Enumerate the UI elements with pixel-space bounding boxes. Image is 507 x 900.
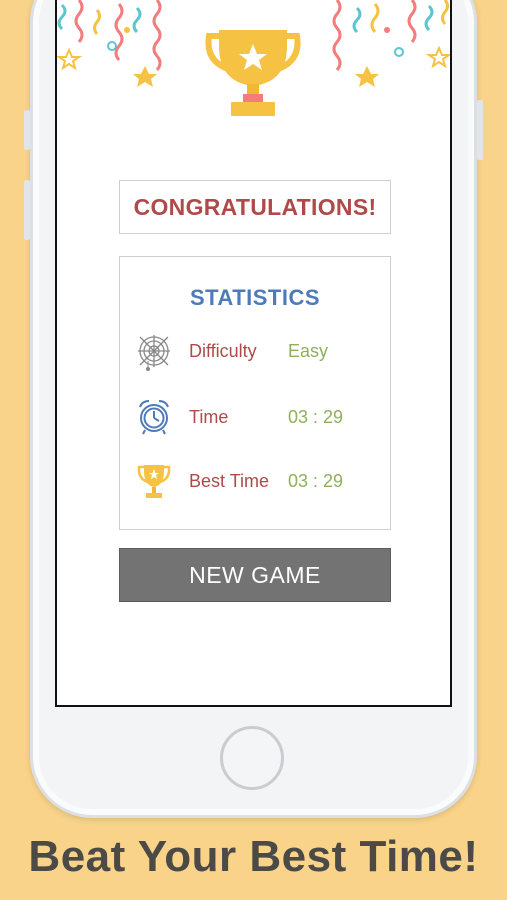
spiderweb-icon — [138, 335, 170, 371]
stat-label: Difficulty — [189, 341, 257, 361]
stat-value: 03 : 29 — [288, 407, 344, 427]
statistics-panel: STATISTICS Difficulty Easy Time 03: 29 … — [119, 256, 391, 530]
stat-row-best-time: Best Time 03 : 29 — [120, 461, 390, 501]
stat-value: 03 : 29 — [288, 471, 344, 491]
new-game-button[interactable]: NEW GAME — [119, 548, 391, 602]
home-button[interactable] — [220, 726, 284, 790]
promo-caption: Beat Your Best Time! — [28, 832, 479, 881]
alarm-clock-icon — [139, 400, 169, 435]
congratulations-banner: CONGRATULATIONS! — [119, 180, 391, 234]
statistics-title: STATISTICS — [189, 285, 321, 310]
phone-side-button — [24, 110, 30, 150]
stat-value: Easy — [288, 341, 329, 361]
app-screen: CONGRATULATIONS! STATISTICS Difficulty E… — [55, 0, 452, 707]
stat-row-difficulty: Difficulty Easy — [120, 331, 390, 371]
trophy-icon — [137, 465, 171, 498]
phone-side-button — [24, 180, 30, 240]
phone-side-button — [477, 100, 483, 160]
stat-label: Best Time — [189, 471, 270, 491]
trophy-icon — [205, 30, 301, 116]
stat-row-time: Time 03 : 29 — [120, 397, 390, 437]
stat-label: Time — [189, 407, 229, 427]
